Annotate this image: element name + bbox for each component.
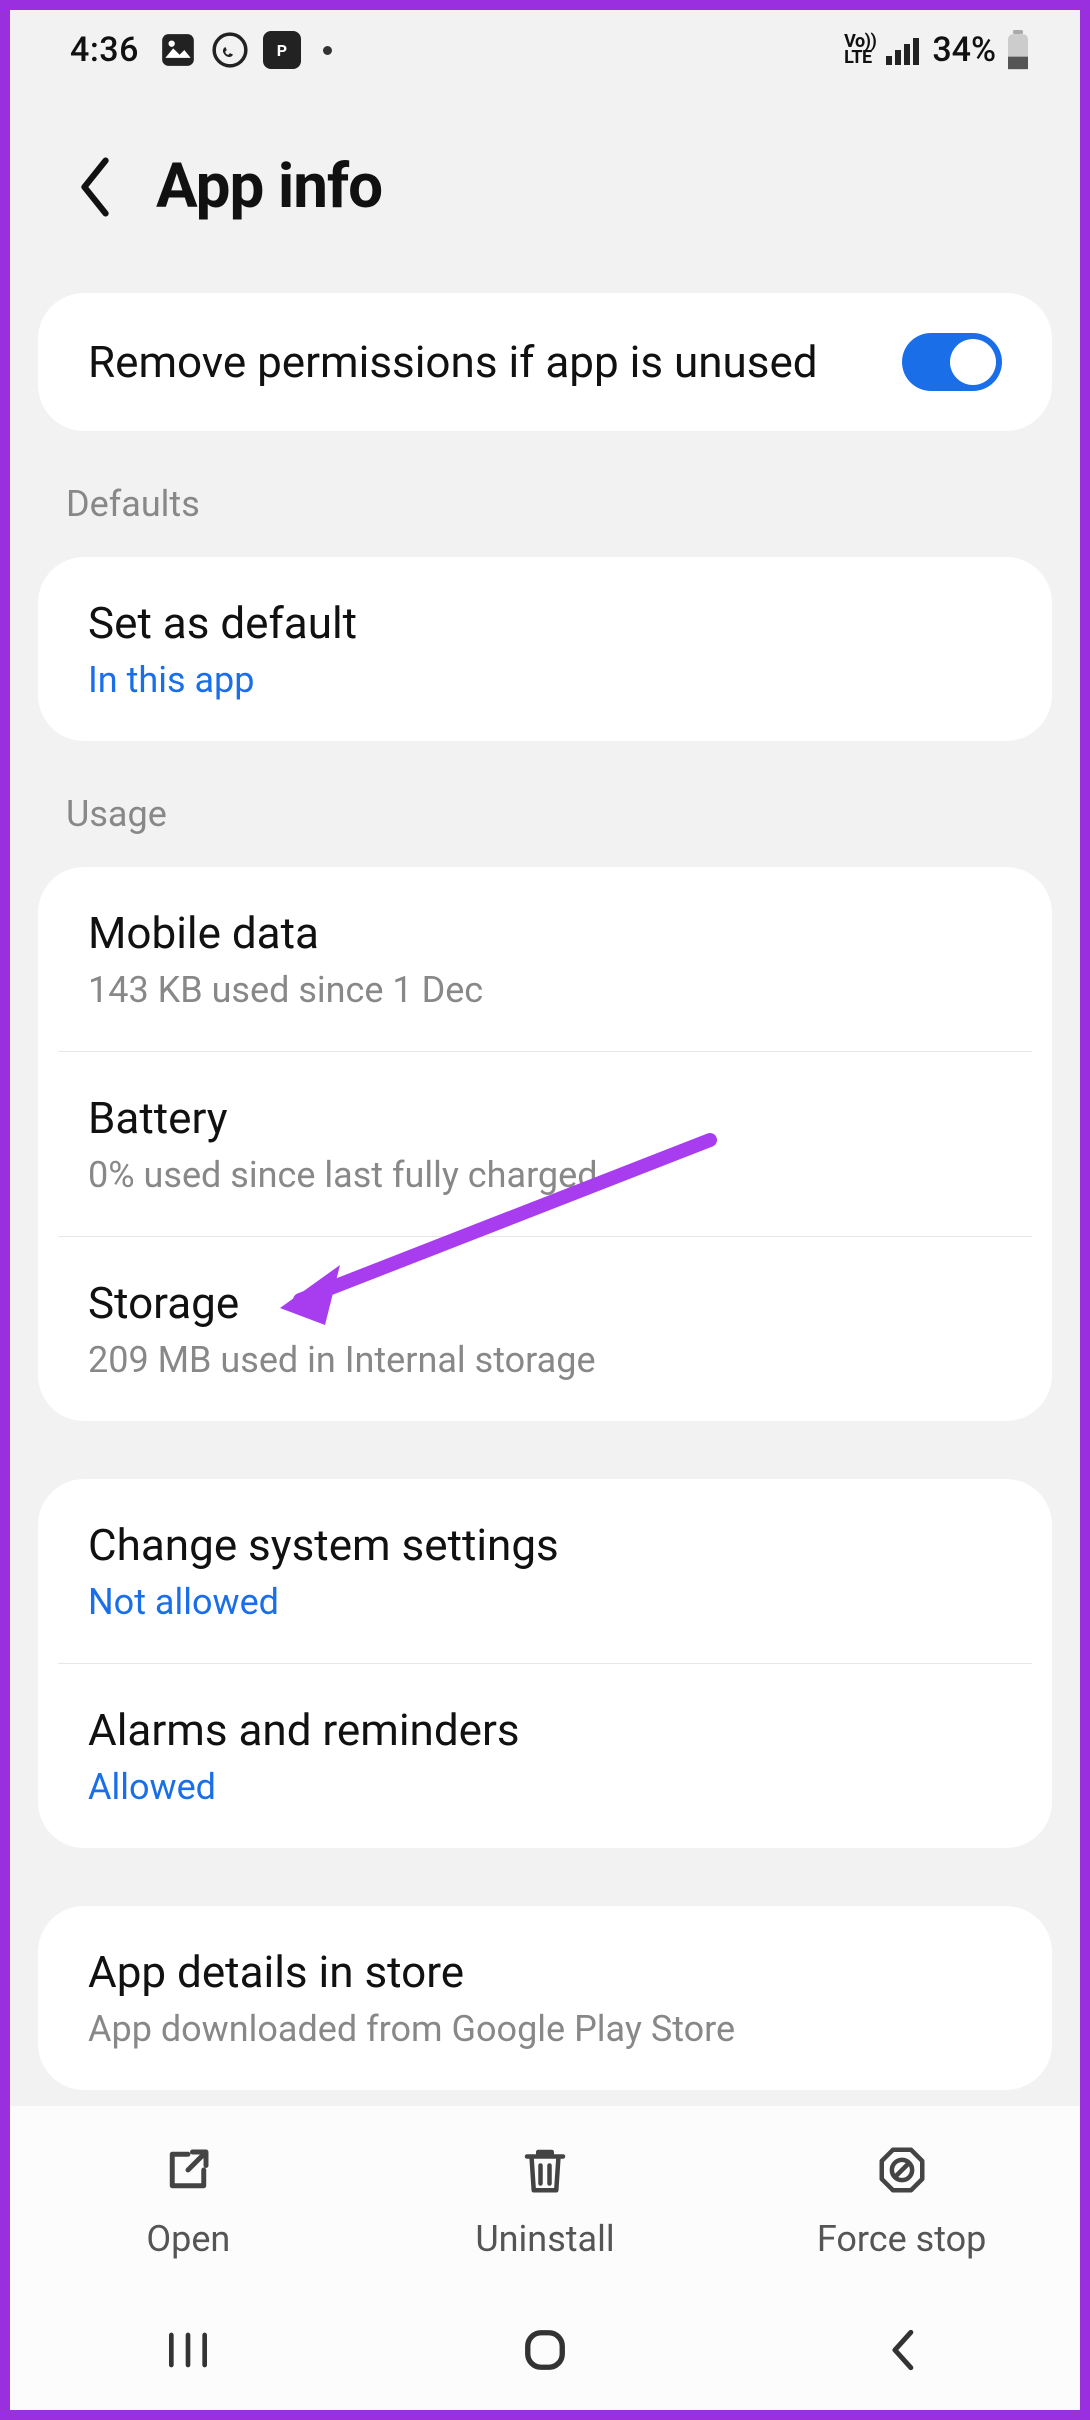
more-notifications-icon	[323, 46, 332, 55]
uninstall-label: Uninstall	[475, 2218, 614, 2260]
back-button[interactable]	[70, 162, 120, 212]
remove-permissions-card: Remove permissions if app is unused	[38, 293, 1052, 431]
set-as-default-sub: In this app	[88, 659, 1002, 701]
alarms-reminders-title: Alarms and reminders	[88, 1704, 1002, 1756]
system-perms-card: Change system settings Not allowed Alarm…	[38, 1479, 1052, 1848]
remove-permissions-toggle[interactable]	[902, 333, 1002, 391]
alarms-reminders-row[interactable]: Alarms and reminders Allowed	[38, 1664, 1052, 1848]
stop-icon	[872, 2140, 932, 2200]
paytm-icon: P	[263, 31, 301, 69]
storage-sub: 209 MB used in Internal storage	[88, 1339, 1002, 1381]
force-stop-button[interactable]: Force stop	[725, 2140, 1078, 2260]
usage-card: Mobile data 143 KB used since 1 Dec Batt…	[38, 867, 1052, 1421]
mobile-data-row[interactable]: Mobile data 143 KB used since 1 Dec	[38, 867, 1052, 1051]
whatsapp-icon	[211, 31, 249, 69]
app-details-card: App details in store App downloaded from…	[38, 1906, 1052, 2090]
battery-percent: 34%	[932, 30, 996, 70]
remove-permissions-label: Remove permissions if app is unused	[88, 336, 892, 388]
force-stop-label: Force stop	[817, 2218, 987, 2260]
storage-row[interactable]: Storage 209 MB used in Internal storage	[38, 1237, 1052, 1421]
storage-title: Storage	[88, 1277, 1002, 1329]
battery-icon	[1006, 30, 1030, 70]
usage-section-label: Usage	[38, 741, 1052, 867]
battery-sub: 0% used since last fully charged	[88, 1154, 1002, 1196]
set-as-default-row[interactable]: Set as default In this app	[38, 557, 1052, 741]
remove-permissions-row[interactable]: Remove permissions if app is unused	[38, 293, 1052, 431]
action-bar: Open Uninstall Force stop	[10, 2106, 1080, 2290]
defaults-section-label: Defaults	[38, 431, 1052, 557]
uninstall-button[interactable]: Uninstall	[368, 2140, 721, 2260]
trash-icon	[515, 2140, 575, 2200]
alarms-reminders-sub: Allowed	[88, 1766, 1002, 1808]
battery-title: Battery	[88, 1092, 1002, 1144]
page-header: App info	[10, 90, 1080, 293]
open-label: Open	[146, 2218, 230, 2260]
app-details-row[interactable]: App details in store App downloaded from…	[38, 1906, 1052, 2090]
defaults-card: Set as default In this app	[38, 557, 1052, 741]
mobile-data-title: Mobile data	[88, 907, 1002, 959]
app-details-sub: App downloaded from Google Play Store	[88, 2008, 1002, 2050]
nav-back-button[interactable]	[867, 2330, 937, 2370]
home-button[interactable]	[510, 2330, 580, 2370]
app-details-title: App details in store	[88, 1946, 1002, 1998]
change-system-settings-title: Change system settings	[88, 1519, 1002, 1571]
change-system-settings-row[interactable]: Change system settings Not allowed	[38, 1479, 1052, 1663]
change-system-settings-sub: Not allowed	[88, 1581, 1002, 1623]
mobile-data-sub: 143 KB used since 1 Dec	[88, 969, 1002, 1011]
status-bar: 4:36 P Vo))LTE 34%	[10, 10, 1080, 90]
volte-icon: Vo))LTE	[844, 34, 876, 66]
gallery-icon	[159, 31, 197, 69]
open-icon	[158, 2140, 218, 2200]
battery-row[interactable]: Battery 0% used since last fully charged	[38, 1052, 1052, 1236]
open-button[interactable]: Open	[12, 2140, 365, 2260]
signal-icon	[886, 35, 922, 65]
status-clock: 4:36	[70, 30, 139, 70]
page-title: App info	[156, 150, 382, 223]
set-as-default-title: Set as default	[88, 597, 1002, 649]
navigation-bar	[10, 2290, 1080, 2410]
recents-button[interactable]	[153, 2330, 223, 2370]
